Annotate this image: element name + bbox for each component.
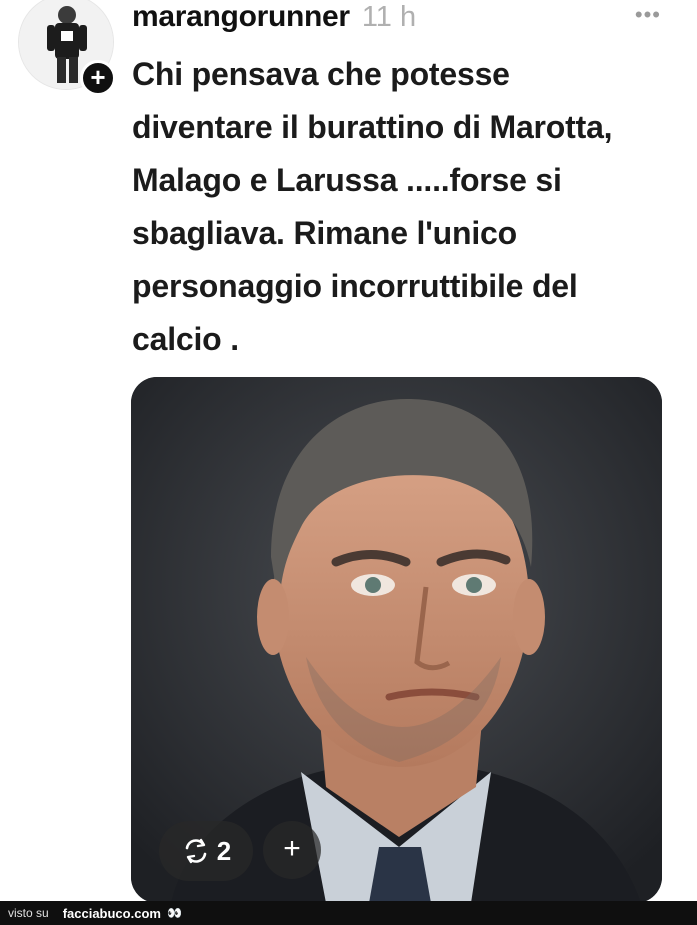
more-options-icon[interactable]: •••	[635, 2, 661, 28]
username[interactable]: marangorunner	[132, 0, 350, 34]
eyes-icon: 👀	[166, 906, 182, 920]
watermark-via-label: visto su	[8, 906, 49, 920]
caption-line: sbagliava. Rimane l'unico	[132, 215, 517, 251]
repost-icon	[185, 838, 207, 864]
caption-line: Malago e Larussa .....forse si	[132, 162, 562, 198]
caption-line: personaggio incorruttibile del	[132, 268, 578, 304]
repost-button[interactable]: 2	[159, 821, 253, 881]
follow-button[interactable]: +	[80, 60, 116, 96]
caption-line: calcio .	[132, 321, 239, 357]
watermark-brand: facciabuco.com	[62, 905, 161, 921]
post-caption: Chi pensava che potesse diventare il bur…	[132, 48, 677, 366]
caption-line: diventare il burattino di Marotta,	[132, 109, 613, 145]
post-time: 11 h	[361, 1, 417, 33]
repost-count: 2	[216, 835, 232, 866]
watermark-bar: visto su facciabuco.com 👀	[0, 901, 697, 925]
post-image[interactable]: 2 +	[131, 377, 662, 903]
post-header: marangorunner 11 h	[132, 0, 416, 36]
post-avatar-container[interactable]: +	[18, 0, 116, 96]
caption-line: Chi pensava che potesse	[132, 56, 510, 92]
add-button[interactable]: +	[263, 821, 321, 879]
